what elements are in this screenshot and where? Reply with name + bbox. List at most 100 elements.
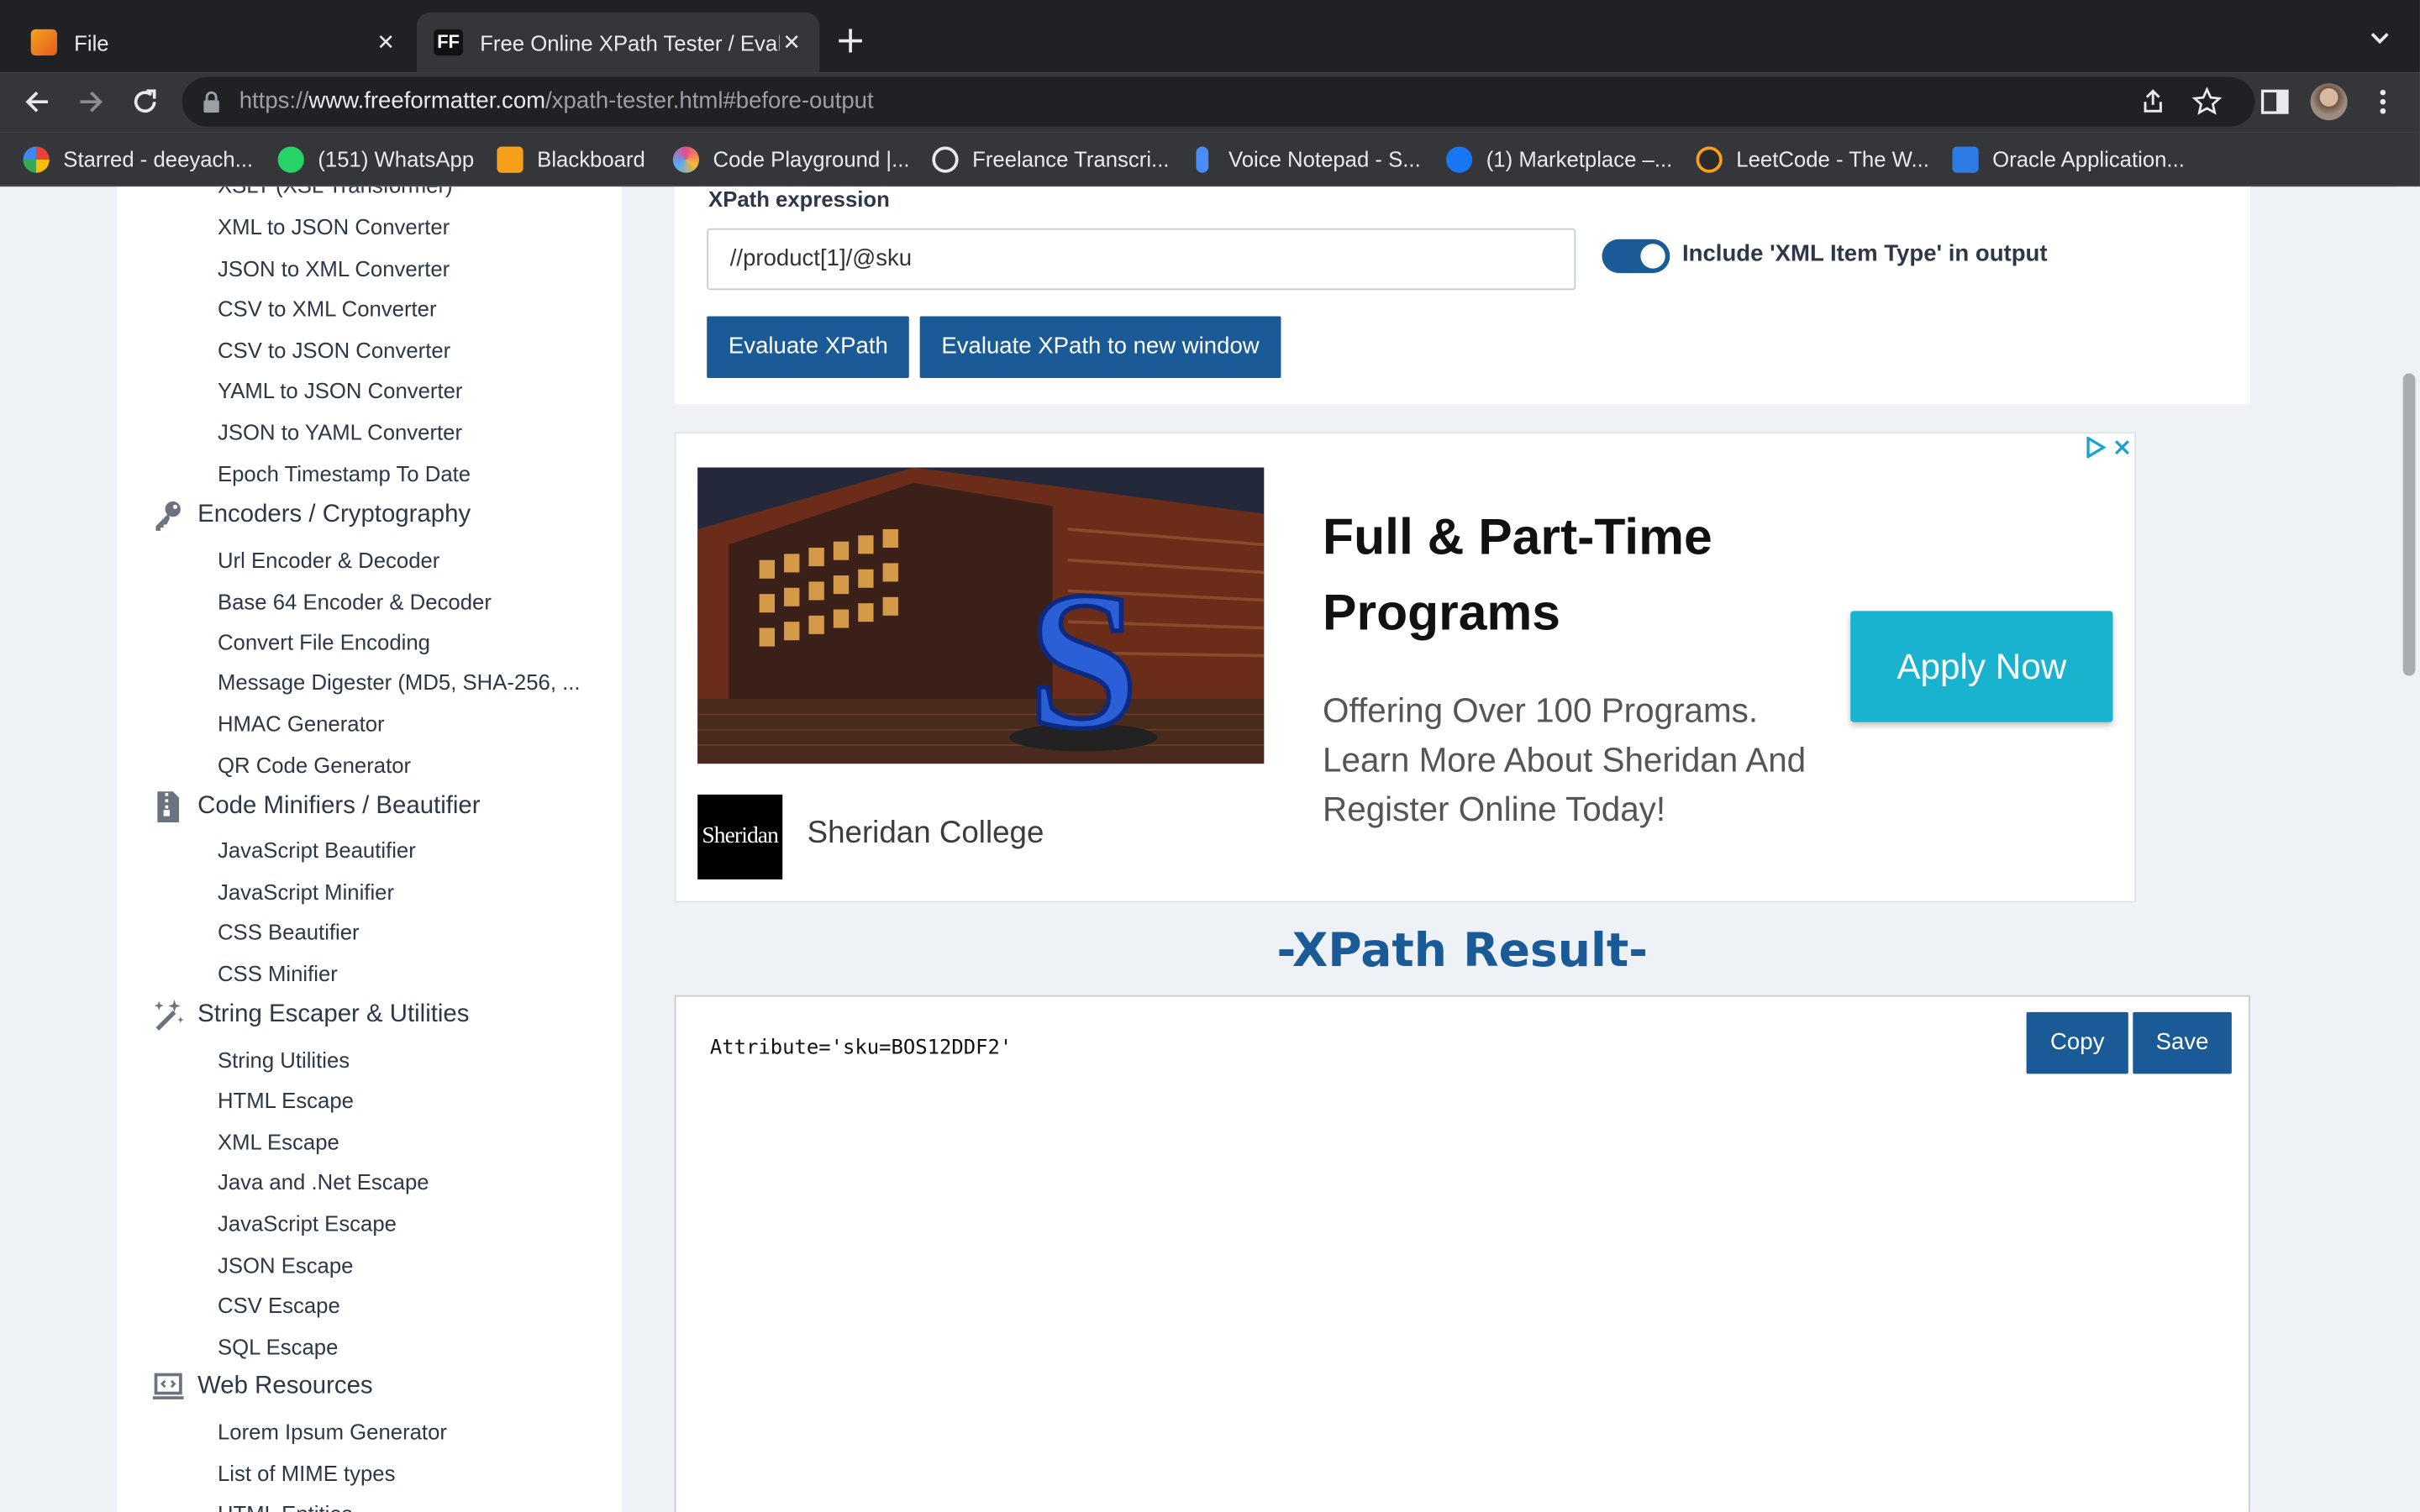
sidebar-item[interactable]: JavaScript Minifier: [218, 879, 394, 904]
chevron-down-icon[interactable]: [2367, 24, 2391, 49]
close-tab-icon[interactable]: ✕: [373, 30, 397, 55]
leetcode-icon: [1696, 145, 1723, 172]
profile-avatar[interactable]: [2310, 83, 2348, 121]
sidebar-item[interactable]: HTML Entities: [218, 1501, 353, 1512]
side-panel-icon[interactable]: [2260, 87, 2291, 118]
adchoices-icon[interactable]: [2085, 436, 2107, 459]
ad-advertiser[interactable]: Sheridan College: [808, 816, 1044, 852]
sidebar-item[interactable]: Java and .Net Escape: [218, 1169, 429, 1194]
code-playground-icon: [672, 145, 700, 172]
sheridan-logo[interactable]: Sheridan: [697, 794, 783, 879]
sidebar-heading-string-escaper[interactable]: String Escaper & Utilities: [151, 998, 469, 1032]
scrollbar-thumb[interactable]: [2402, 373, 2416, 676]
xpath-expression-input[interactable]: //product[1]/@sku: [707, 228, 1576, 291]
zip-file-icon: [157, 791, 180, 822]
lock-icon[interactable]: [203, 91, 221, 113]
ad-description[interactable]: Offering Over 100 Programs. Learn More A…: [1323, 686, 1832, 834]
bookmark-voice-notepad[interactable]: Voice Notepad - S...: [1190, 144, 1421, 175]
bookmark-freelance[interactable]: Freelance Transcri...: [932, 144, 1170, 175]
bookmark-whatsapp[interactable]: (151) WhatsApp: [277, 144, 474, 175]
apply-now-button[interactable]: Apply Now: [1850, 611, 2113, 722]
sidebar-item[interactable]: Url Encoder & Decoder: [218, 548, 439, 572]
bookmark-leetcode[interactable]: LeetCode - The W...: [1696, 144, 1929, 175]
sidebar-item[interactable]: List of MIME types: [218, 1461, 396, 1485]
sidebar-item[interactable]: Convert File Encoding: [218, 629, 430, 654]
sidebar-item[interactable]: XSLT (XSL Transformer): [218, 186, 453, 197]
bookmark-marketplace[interactable]: (1) Marketplace –...: [1445, 144, 1672, 175]
sidebar-item[interactable]: CSV to JSON Converter: [218, 338, 450, 362]
sidebar-item[interactable]: XML Escape: [218, 1129, 339, 1153]
sidebar-item[interactable]: String Utilities: [218, 1047, 350, 1072]
close-ad-icon[interactable]: [2112, 437, 2133, 459]
sidebar-item[interactable]: JSON to YAML Converter: [218, 420, 462, 444]
sidebar-item[interactable]: CSS Minifier: [218, 961, 338, 985]
back-arrow-icon[interactable]: [20, 85, 54, 118]
sidebar-item[interactable]: SQL Escape: [218, 1335, 338, 1359]
xml-item-type-label: Include 'XML Item Type' in output: [1682, 240, 2048, 267]
xpath-form: XPath expression //product[1]/@sku Inclu…: [674, 186, 2250, 405]
sidebar-heading-label: Code Minifiers / Beautifier: [197, 793, 481, 820]
close-tab-icon[interactable]: ✕: [780, 30, 804, 55]
facebook-icon: [1445, 145, 1473, 172]
browser-toolbar: https://www.freeformatter.com/xpath-test…: [0, 72, 2420, 133]
forward-arrow-icon[interactable]: [74, 85, 108, 118]
key-icon: [155, 501, 181, 531]
bookmark-blackboard[interactable]: Blackboard: [497, 144, 645, 175]
advertisement[interactable]: S Sheridan Sheridan College Full & Part-…: [674, 432, 2136, 903]
sidebar-heading-label: String Escaper & Utilities: [197, 1001, 470, 1028]
whatsapp-icon: [277, 145, 304, 172]
notes-icon: [30, 29, 57, 56]
tab-title: Free Online XPath Tester / Evaluator: [480, 29, 780, 55]
toggle-knob: [1640, 244, 1665, 269]
evaluate-xpath-new-window-button[interactable]: Evaluate XPath to new window: [919, 316, 1281, 378]
sidebar-item[interactable]: QR Code Generator: [218, 753, 411, 777]
sidebar-item[interactable]: JSON Escape: [218, 1252, 354, 1277]
sidebar-heading-web-resources[interactable]: Web Resources: [151, 1370, 373, 1404]
sidebar-item[interactable]: HTML Escape: [218, 1088, 354, 1112]
sidebar-item[interactable]: HMAC Generator: [218, 711, 385, 736]
xpath-result-title: -XPath Result-: [1276, 924, 1649, 979]
xpath-expression-label: XPath expression: [708, 186, 890, 212]
sidebar-item[interactable]: JavaScript Escape: [218, 1211, 397, 1236]
campus-photo[interactable]: S: [697, 467, 1265, 764]
copy-button[interactable]: Copy: [2026, 1011, 2128, 1074]
bookmark-oracle[interactable]: Oracle Application...: [1952, 144, 2185, 175]
magic-wand-icon: [154, 1000, 184, 1031]
new-tab-button[interactable]: +: [835, 22, 866, 59]
reload-icon[interactable]: [128, 85, 161, 118]
bookmark-code-playground[interactable]: Code Playground |...: [672, 144, 910, 175]
bookmark-starred[interactable]: Starred - deeyach...: [23, 144, 253, 175]
xml-item-type-toggle[interactable]: [1602, 239, 1670, 274]
sidebar-heading-encoders[interactable]: Encoders / Cryptography: [151, 498, 471, 532]
sidebar-item[interactable]: Lorem Ipsum Generator: [218, 1420, 447, 1444]
sidebar-heading-label: Web Resources: [197, 1373, 373, 1399]
sidebar-item[interactable]: Base 64 Encoder & Decoder: [218, 590, 492, 614]
kebab-menu-icon[interactable]: [2367, 87, 2398, 118]
tab-title: File: [74, 29, 109, 55]
ad-headline[interactable]: Full & Part-Time Programs: [1323, 498, 1832, 649]
sidebar-item[interactable]: CSV Escape: [218, 1293, 340, 1317]
bookmark-star-icon[interactable]: [2191, 87, 2223, 118]
xpath-result-output[interactable]: Attribute='sku=BOS12DDF2' Copy Save: [674, 995, 2250, 1512]
sidebar-item[interactable]: JavaScript Beautifier: [218, 837, 416, 862]
sidebar-item[interactable]: XML to JSON Converter: [218, 214, 450, 239]
share-icon[interactable]: [2138, 87, 2169, 118]
bookmarks-bar: Starred - deeyach... (151) WhatsApp Blac…: [0, 132, 2420, 187]
sidebar-item[interactable]: CSS Beautifier: [218, 920, 360, 944]
tab-strip: File ✕ FF Free Online XPath Tester / Eva…: [0, 0, 2420, 73]
page-content: XSLT (XSL Transformer) XML to JSON Conve…: [0, 186, 2420, 1512]
evaluate-xpath-button[interactable]: Evaluate XPath: [707, 316, 910, 378]
tab-file[interactable]: File ✕: [0, 13, 413, 73]
sidebar-item[interactable]: YAML to JSON Converter: [218, 378, 463, 402]
tab-xpath-tester[interactable]: FF Free Online XPath Tester / Evaluator …: [416, 12, 820, 73]
sidebar-nav: XSLT (XSL Transformer) XML to JSON Conve…: [117, 186, 623, 1512]
sidebar-item[interactable]: CSV to XML Converter: [218, 297, 437, 321]
sidebar-item[interactable]: Message Digester (MD5, SHA-256, ...: [218, 669, 581, 694]
sidebar-heading-minifiers[interactable]: Code Minifiers / Beautifier: [151, 790, 481, 823]
address-bar[interactable]: https://www.freeformatter.com/xpath-test…: [182, 76, 2255, 127]
freelance-icon: [932, 145, 959, 172]
blackboard-icon: [497, 145, 523, 172]
sidebar-item[interactable]: JSON to XML Converter: [218, 256, 450, 281]
save-button[interactable]: Save: [2133, 1011, 2232, 1074]
sidebar-item[interactable]: Epoch Timestamp To Date: [218, 461, 471, 486]
